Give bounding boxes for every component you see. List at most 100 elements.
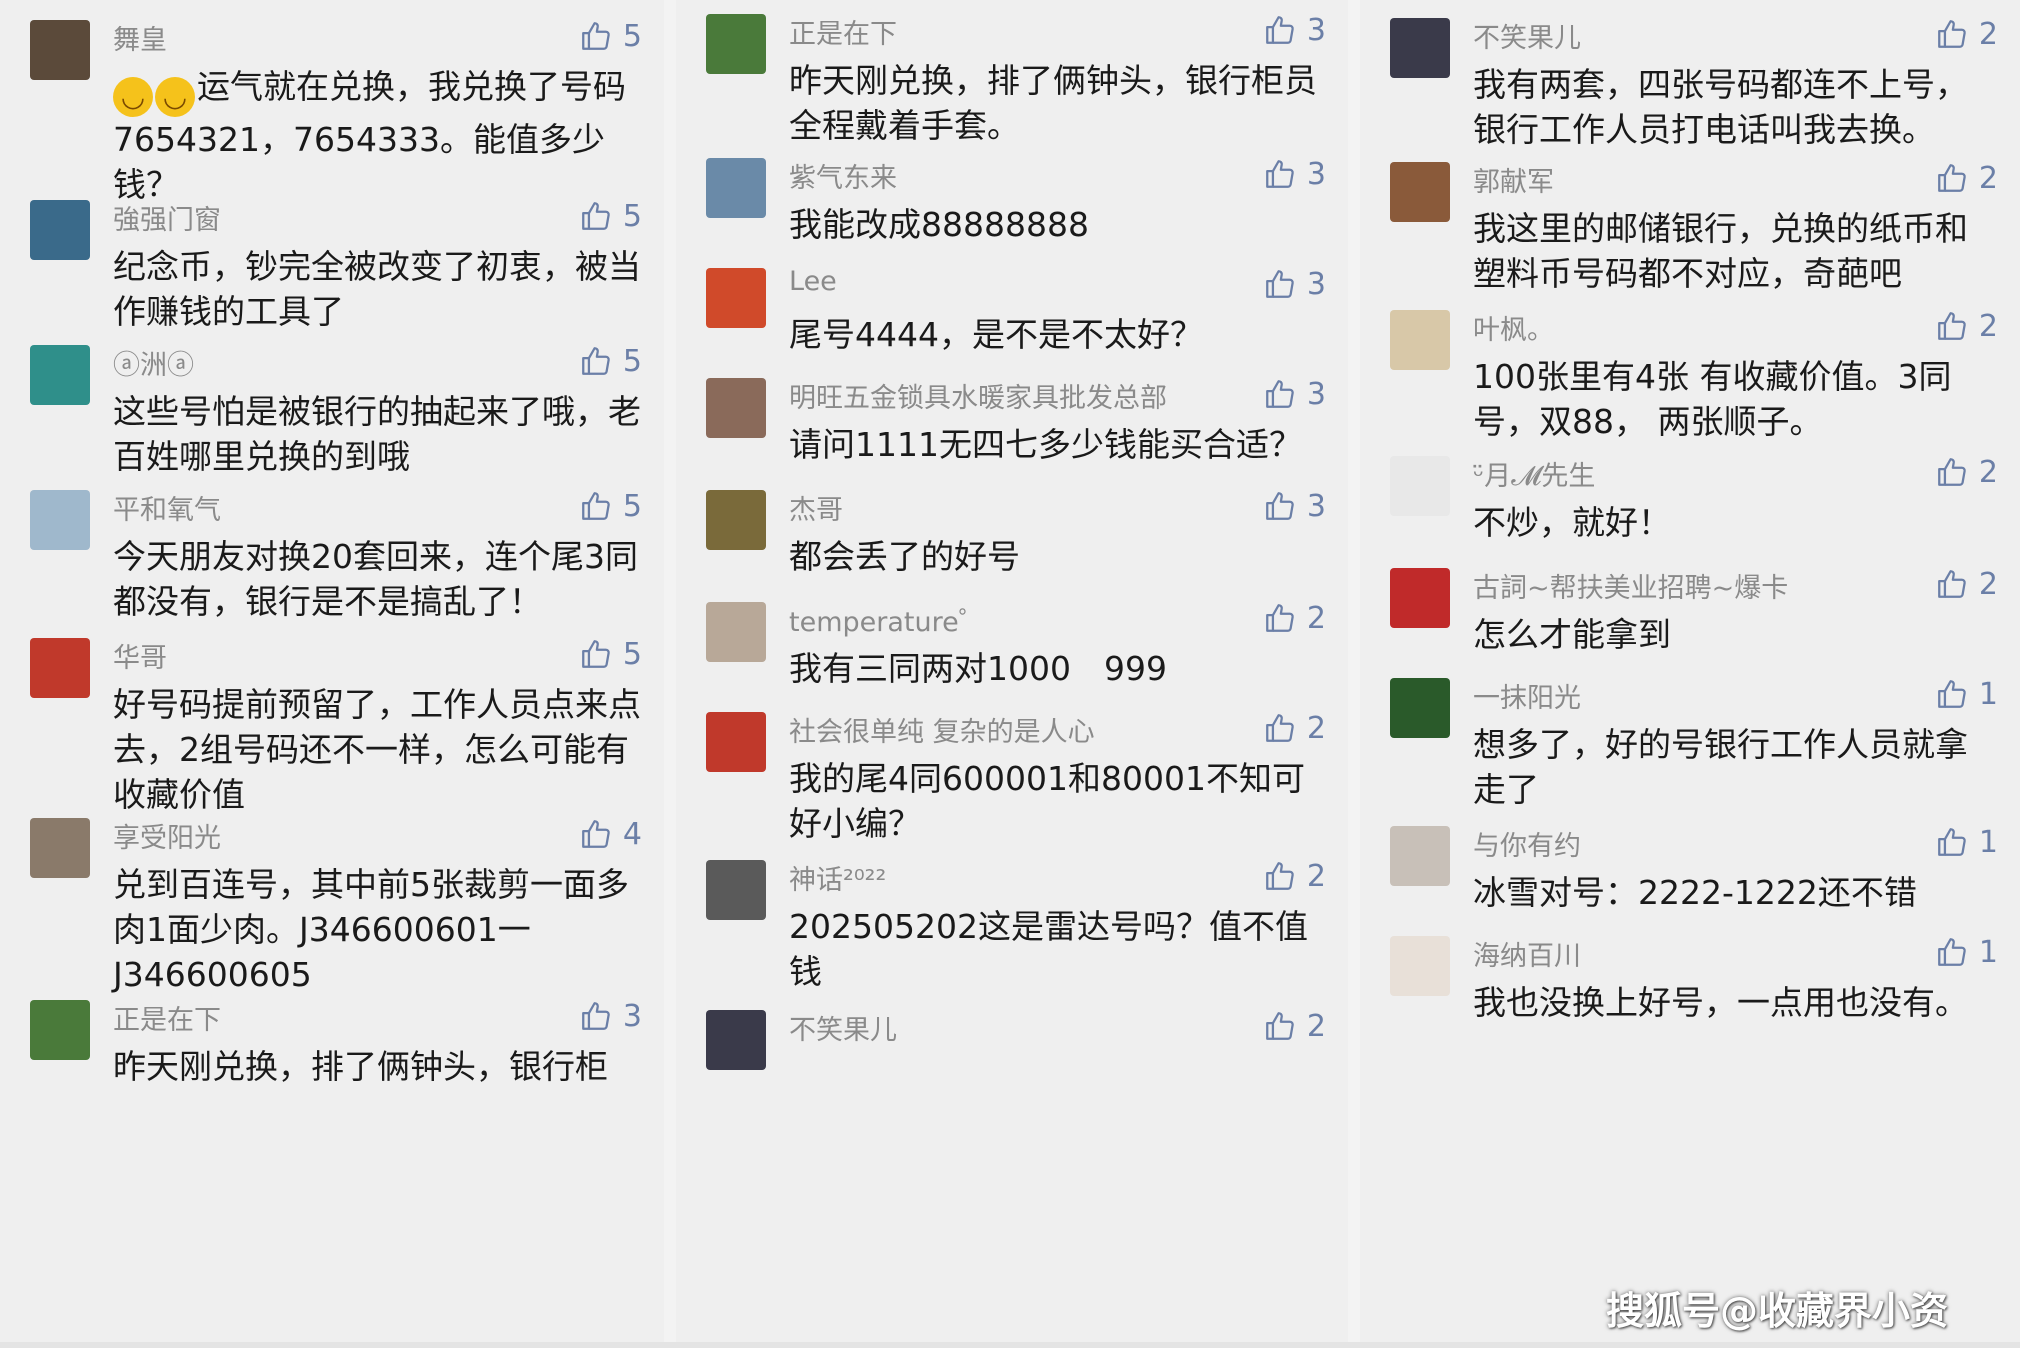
avatar[interactable] (706, 268, 766, 328)
avatar[interactable] (30, 20, 90, 80)
avatar[interactable] (1390, 678, 1450, 738)
comment-username[interactable]: ⓐ洲ⓐ (113, 343, 194, 382)
like-button[interactable]: 2 (1263, 596, 1326, 640)
comment-username[interactable]: 海纳百川 (1473, 934, 1581, 973)
like-button[interactable]: 3 (1263, 152, 1326, 196)
like-count: 5 (622, 343, 642, 379)
like-button[interactable]: 2 (1263, 854, 1326, 898)
like-button[interactable]: 2 (1935, 304, 1998, 348)
avatar[interactable] (706, 602, 766, 662)
comment-text: 纪念币，钞完全被改变了初衷，被当作赚钱的工具了 (113, 247, 641, 331)
comment-text-container: ◡ ◡ 运气就在兑换，我兑换了号码7654321，7654333。能值多少钱？ (113, 64, 642, 207)
avatar[interactable] (1390, 310, 1450, 370)
avatar[interactable] (706, 1010, 766, 1070)
comment-username[interactable]: 神话²⁰²² (789, 858, 886, 897)
comment-username[interactable]: 不笑果儿 (789, 1008, 897, 1047)
like-button[interactable]: 5 (579, 194, 642, 238)
like-count: 3 (622, 998, 642, 1034)
avatar[interactable] (1390, 826, 1450, 886)
like-button[interactable]: 3 (1263, 372, 1326, 416)
like-button[interactable]: 2 (1935, 12, 1998, 56)
like-count: 5 (622, 636, 642, 672)
comment-username[interactable]: 叶枫。 (1473, 308, 1554, 347)
avatar[interactable] (706, 490, 766, 550)
comment-username[interactable]: 一抹阳光 (1473, 676, 1581, 715)
comment-text: 兑到百连号，其中前5张裁剪一面多肉1面少肉。J346600601一J346600… (113, 865, 629, 994)
comment-username[interactable]: 正是在下 (789, 12, 897, 51)
thumbs-up-icon (579, 199, 623, 233)
avatar[interactable] (706, 158, 766, 218)
avatar[interactable] (706, 712, 766, 772)
like-button[interactable]: 1 (1935, 672, 1998, 716)
avatar[interactable] (30, 1000, 90, 1060)
comment-text-container: 好号码提前预留了，工作人员点来点去，2组号码还不一样，怎么可能有收藏价值 (113, 682, 642, 817)
like-button[interactable]: 2 (1263, 1004, 1326, 1048)
like-count: 5 (622, 18, 642, 54)
comment-username[interactable]: temperature゜ (789, 600, 986, 639)
comment-username[interactable]: 华哥 (113, 636, 167, 675)
comment-username[interactable]: ᵕ̈月𝓜先生 (1473, 454, 1595, 493)
like-count: 3 (1306, 156, 1326, 192)
avatar[interactable] (706, 378, 766, 438)
watermark: 搜狐号@收藏界小资 (1606, 1289, 1949, 1333)
avatar[interactable] (1390, 936, 1450, 996)
comment-text-container: 202505202这是雷达号吗？值不值钱 (789, 904, 1326, 994)
comment-username[interactable]: 紫气东来 (789, 156, 897, 195)
avatar[interactable] (30, 818, 90, 878)
like-count: 2 (1978, 160, 1998, 196)
comment-username[interactable]: 古詞~帮扶美业招聘~爆卡 (1473, 566, 1788, 605)
thumbs-up-icon (1935, 309, 1979, 343)
like-button[interactable]: 3 (579, 994, 642, 1038)
like-button[interactable]: 5 (579, 484, 642, 528)
avatar[interactable] (1390, 18, 1450, 78)
like-button[interactable]: 2 (1935, 562, 1998, 606)
avatar[interactable] (1390, 162, 1450, 222)
avatar[interactable] (30, 490, 90, 550)
avatar[interactable] (1390, 568, 1450, 628)
comment-text: 今天朋友对换20套回来，连个尾3同都没有，银行是不是搞乱了！ (113, 537, 638, 621)
comment-text: 我有三同两对1000 999 (789, 649, 1167, 688)
comment-username[interactable]: Lee (789, 266, 837, 297)
comment-text: 我这里的邮储银行，兑换的纸币和塑料币号码都不对应，奇葩吧 (1473, 209, 1968, 293)
thumbs-up-icon (1263, 157, 1307, 191)
comment-text: 都会丢了的好号 (789, 537, 1020, 576)
thumbs-up-icon (1263, 1009, 1307, 1043)
like-button[interactable]: 4 (579, 812, 642, 856)
like-button[interactable]: 5 (579, 14, 642, 58)
avatar[interactable] (1390, 456, 1450, 516)
comment-username[interactable]: 平和氧气 (113, 488, 221, 527)
thumbs-up-icon (1263, 711, 1307, 745)
thumbs-up-icon (1935, 17, 1979, 51)
like-count: 5 (622, 488, 642, 524)
like-button[interactable]: 3 (1263, 8, 1326, 52)
like-button[interactable]: 2 (1263, 706, 1326, 750)
comment-text: 昨天刚兑换，排了俩钟头，银行柜员全程戴着手套。 (789, 61, 1317, 145)
like-button[interactable]: 5 (579, 339, 642, 383)
comment-username[interactable]: 強强门窗 (113, 198, 221, 237)
avatar[interactable] (706, 14, 766, 74)
avatar[interactable] (30, 345, 90, 405)
like-count: 5 (622, 198, 642, 234)
avatar[interactable] (706, 860, 766, 920)
like-button[interactable]: 5 (579, 632, 642, 676)
comment-username[interactable]: 不笑果儿 (1473, 16, 1581, 55)
comment-username[interactable]: 明旺五金锁具水暖家具批发总部 (789, 376, 1167, 415)
comment-username[interactable]: 享受阳光 (113, 816, 221, 855)
like-button[interactable]: 1 (1935, 820, 1998, 864)
comment-username[interactable]: 社会很单纯 复杂的是人心 (789, 710, 1095, 749)
avatar[interactable] (30, 200, 90, 260)
comment-username[interactable]: 郭献军 (1473, 160, 1554, 199)
thumbs-up-icon (1263, 13, 1307, 47)
comment-username[interactable]: 杰哥 (789, 488, 843, 527)
like-button[interactable]: 2 (1935, 450, 1998, 494)
like-button[interactable]: 1 (1935, 930, 1998, 974)
like-button[interactable]: 2 (1935, 156, 1998, 200)
comment-username[interactable]: 舞皇 (113, 18, 167, 57)
avatar[interactable] (30, 638, 90, 698)
like-count: 2 (1306, 600, 1326, 636)
like-count: 1 (1978, 676, 1998, 712)
like-button[interactable]: 3 (1263, 484, 1326, 528)
comment-username[interactable]: 正是在下 (113, 998, 221, 1037)
like-button[interactable]: 3 (1263, 262, 1326, 306)
comment-username[interactable]: 与你有约 (1473, 824, 1581, 863)
